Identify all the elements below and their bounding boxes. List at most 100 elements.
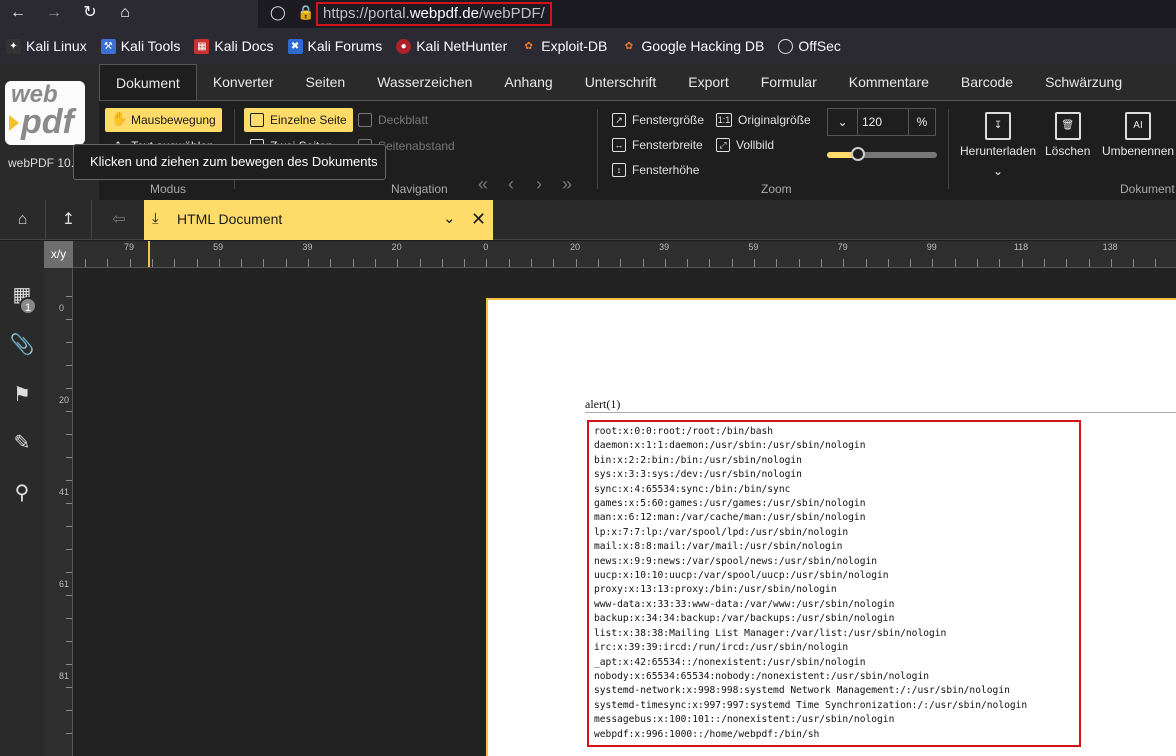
zoom-group-label: Zoom: [761, 182, 792, 196]
bookmark-kali-docs[interactable]: ▦ Kali Docs: [194, 38, 274, 54]
last-page-icon[interactable]: »: [562, 174, 572, 195]
reload-icon[interactable]: ↻: [78, 2, 102, 24]
ruler-tick: [66, 618, 72, 619]
passwd-line: systemd-timesync:x:997:997:systemd Time …: [594, 699, 1028, 711]
close-icon[interactable]: ✕: [471, 200, 486, 238]
document-canvas[interactable]: alert(1) root:x:0:0:root:/root:/bin/bash…: [73, 268, 1176, 756]
url-prefix: https://portal.: [323, 5, 410, 22]
passwd-line: man:x:6:12:man:/var/cache/man:/usr/sbin/…: [594, 512, 866, 524]
left-sidebar: ▦ 1 📎 ⚑ ✎ ⚲: [0, 241, 44, 756]
height-arrows-icon: ↕: [612, 163, 626, 177]
tab-wasserzeichen[interactable]: Wasserzeichen: [361, 64, 488, 100]
tab-barcode[interactable]: Barcode: [945, 64, 1029, 100]
chevron-down-icon[interactable]: ⌄: [828, 109, 858, 135]
fullscreen-icon: ⤢: [716, 138, 730, 152]
ruler-tick: [241, 259, 243, 267]
ruler-tick: [66, 710, 72, 711]
window-height-button[interactable]: ↕ Fensterhöhe: [612, 158, 699, 182]
passwd-line: sys:x:3:3:sys:/dev:/usr/sbin/nologin: [594, 469, 802, 481]
bookmark-kali-forums[interactable]: ✖ Kali Forums: [287, 38, 382, 54]
mouse-move-button[interactable]: ✋ Mausbewegung: [105, 108, 222, 132]
passwd-line: webpdf:x:996:1000::/home/webpdf:/bin/sh: [594, 728, 820, 740]
passwd-line: systemd-network:x:998:998:systemd Networ…: [594, 685, 1010, 697]
first-page-icon[interactable]: «: [478, 174, 488, 195]
bookmark-kali-linux[interactable]: ✦ Kali Linux: [6, 38, 87, 54]
zoom-select[interactable]: ⌄ 120 %: [827, 108, 936, 136]
chevron-down-icon[interactable]: ⌄: [960, 164, 1036, 178]
tab-kommentare[interactable]: Kommentare: [833, 64, 945, 100]
delete-button[interactable]: 🗑 Löschen: [1045, 112, 1090, 158]
webpdf-logo: web pdf: [5, 81, 85, 145]
ruler-tick: [308, 259, 309, 267]
ruler-tick: [441, 259, 443, 267]
ruler-tick: [531, 259, 532, 267]
ruler-tick: [66, 664, 72, 665]
passwd-line: daemon:x:1:1:daemon:/usr/sbin:/usr/sbin/…: [594, 440, 866, 452]
home-icon[interactable]: ⌂: [113, 2, 137, 24]
tab-konverter[interactable]: Konverter: [197, 64, 290, 100]
prev-page-icon[interactable]: ‹: [508, 174, 514, 195]
logo-triangle-icon: [9, 115, 19, 131]
bookmark-label: OffSec: [798, 38, 841, 54]
dokument-group-label: Dokument: [1120, 182, 1175, 196]
signature-icon[interactable]: ✎: [8, 429, 36, 457]
url-path: /webPDF/: [478, 5, 545, 22]
chevron-down-icon[interactable]: ⌄: [443, 200, 456, 238]
ribbon-tabs: Dokument Konverter Seiten Wasserzeichen …: [99, 64, 1138, 100]
ruler-tick: [129, 259, 131, 267]
cover-button[interactable]: Deckblatt: [358, 108, 428, 132]
download-label: Herunterladen: [960, 144, 1037, 158]
download-button[interactable]: ↧ Herunterladen ⌄: [960, 112, 1036, 178]
divider: [597, 109, 598, 189]
single-page-button[interactable]: Einzelne Seite: [244, 108, 353, 132]
tab-formular[interactable]: Formular: [745, 64, 833, 100]
lock-icon[interactable]: 🔒: [297, 4, 314, 21]
ruler-tick: [1133, 259, 1135, 267]
passwd-line: mail:x:8:8:mail:/var/mail:/usr/sbin/nolo…: [594, 541, 843, 553]
one-to-one-icon: 1:1: [716, 113, 732, 127]
original-size-button[interactable]: 1:1 Originalgröße: [716, 108, 811, 132]
back-arrow-icon[interactable]: ⇦: [96, 200, 142, 240]
ruler-tick: [1021, 259, 1023, 267]
ruler-tick: [66, 687, 72, 688]
bookmark-offsec[interactable]: OffSec: [778, 38, 841, 54]
ruler-tick: [285, 259, 287, 267]
document-tab[interactable]: ⤓ HTML Document ⌄ ✕: [144, 200, 493, 240]
rename-button[interactable]: AI Umbenennen: [1102, 112, 1174, 158]
zoom-value-input[interactable]: 120: [858, 109, 908, 135]
bookmark-kali-nethunter[interactable]: ● Kali NetHunter: [396, 38, 507, 54]
fullscreen-button[interactable]: ⤢ Vollbild: [716, 133, 774, 157]
window-size-button[interactable]: ↗ Fenstergröße: [612, 108, 704, 132]
zoom-slider[interactable]: [827, 147, 937, 161]
ruler-tick: [1066, 259, 1068, 267]
ruler-tick: [597, 259, 599, 267]
attachment-icon[interactable]: 📎: [8, 331, 36, 359]
shield-icon[interactable]: ◯: [270, 4, 286, 21]
forward-arrow-icon[interactable]: →: [42, 2, 66, 24]
home-icon[interactable]: ⌂: [0, 200, 46, 240]
tab-dokument[interactable]: Dokument: [99, 64, 197, 100]
back-arrow-icon[interactable]: ←: [6, 2, 30, 24]
bookmark-label: Kali Docs: [214, 38, 274, 54]
delete-label: Löschen: [1045, 144, 1091, 158]
window-width-button[interactable]: ↔ Fensterbreite: [612, 133, 703, 157]
next-page-icon[interactable]: ›: [536, 174, 542, 195]
url-text[interactable]: https://portal.webpdf.de/webPDF/: [316, 2, 552, 26]
upload-icon[interactable]: ↥: [46, 200, 92, 240]
kali-dragon-icon: ✦: [6, 38, 21, 54]
zoom-slider-handle[interactable]: [850, 147, 865, 161]
mouse-move-label: Mausbewegung: [131, 113, 216, 127]
page-spacing-label: Seitenabstand: [378, 139, 455, 153]
bookmark-ghdb[interactable]: ✿ Google Hacking DB: [621, 38, 765, 54]
tab-unterschrift[interactable]: Unterschrift: [569, 64, 673, 100]
nethunter-icon: ●: [396, 38, 412, 54]
bookmark-kali-tools[interactable]: ⚒ Kali Tools: [100, 38, 180, 54]
search-icon[interactable]: ⚲: [8, 479, 36, 507]
bookmark-icon[interactable]: ⚑: [8, 381, 36, 409]
tab-anhang[interactable]: Anhang: [488, 64, 568, 100]
tab-schwaerzung[interactable]: Schwärzung: [1029, 64, 1138, 100]
tab-export[interactable]: Export: [672, 64, 744, 100]
bookmark-exploit-db[interactable]: ✿ Exploit-DB: [521, 38, 608, 54]
tab-seiten[interactable]: Seiten: [290, 64, 362, 100]
ruler-tick: [999, 259, 1001, 267]
